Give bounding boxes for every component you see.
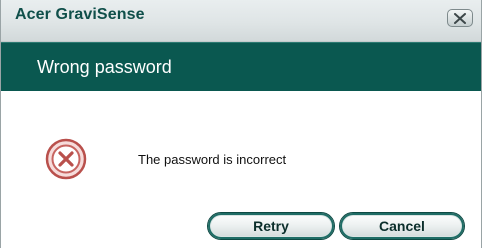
- close-button[interactable]: [447, 9, 473, 27]
- retry-button[interactable]: Retry: [207, 212, 335, 240]
- cancel-button[interactable]: Cancel: [339, 212, 465, 240]
- error-icon: [45, 138, 87, 180]
- app-title: Acer GraviSense: [15, 6, 145, 23]
- title-bar[interactable]: Acer GraviSense: [1, 0, 481, 42]
- dialog-heading: Wrong password: [37, 57, 172, 77]
- dialog-window: Acer GraviSense Wrong password The passw…: [0, 0, 482, 248]
- close-x-icon: [454, 12, 466, 24]
- header-band: Wrong password: [1, 42, 481, 91]
- error-message: The password is incorrect: [138, 152, 287, 167]
